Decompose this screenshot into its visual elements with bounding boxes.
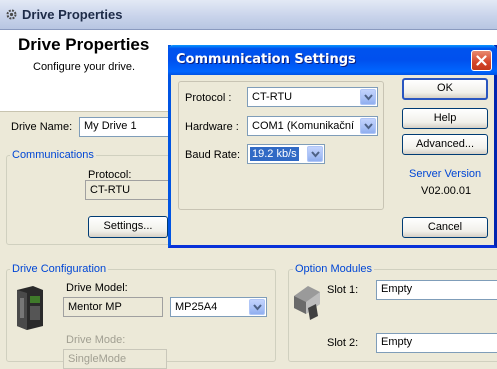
dialog-title: Communication Settings [176,52,356,67]
baud-rate-select[interactable]: 19.2 kb/s [247,144,325,164]
close-button[interactable] [471,50,492,71]
main-window-titlebar[interactable]: Drive Properties [0,0,497,30]
drive-model-variant-value: MP25A4 [175,301,218,313]
drive-model-label: Drive Model: [66,282,128,294]
server-version-label: Server Version [409,168,482,180]
hardware-select[interactable]: COM1 (Komunikační p [247,116,378,136]
ok-button[interactable]: OK [402,78,488,100]
app-settings-icon [5,8,18,24]
dropdown-arrow-icon[interactable] [360,118,376,134]
communications-protocol-value: CT-RTU [85,180,170,200]
drive-model-value: Mentor MP [63,297,163,317]
communication-settings-dialog: Communication Settings Protocol : CT-RTU… [168,45,497,248]
option-modules-group-title: Option Modules [293,263,375,275]
dialog-body: Protocol : CT-RTU Hardware : COM1 (Komun… [171,75,494,245]
server-version-value: V02.00.01 [421,185,472,197]
main-window-title: Drive Properties [22,7,123,22]
baud-rate-label: Baud Rate: [185,149,241,161]
slot2-field[interactable]: Empty [376,333,497,353]
drive-model-variant-select[interactable]: MP25A4 [170,297,267,317]
protocol-label: Protocol : [185,92,232,104]
page-title: Drive Properties [18,35,150,54]
option-module-icon [292,282,322,322]
protocol-select[interactable]: CT-RTU [247,87,378,107]
drive-icon [13,284,45,330]
slot1-field[interactable]: Empty [376,280,497,300]
dropdown-arrow-icon[interactable] [360,89,376,105]
help-button[interactable]: Help [402,108,488,129]
drive-mode-value: SingleMode [68,353,127,365]
drive-name-input[interactable]: My Drive 1 [79,117,174,137]
protocol-value: CT-RTU [252,91,293,103]
communications-group-title: Communications [10,149,96,161]
page-subtitle: Configure your drive. [33,61,136,73]
slot2-label: Slot 2: [327,337,359,349]
dropdown-arrow-icon[interactable] [249,299,265,315]
advanced-button[interactable]: Advanced... [402,134,488,155]
cancel-button[interactable]: Cancel [402,217,488,238]
drive-name-label: Drive Name: [11,121,73,133]
hardware-label: Hardware : [185,121,239,133]
dropdown-arrow-icon[interactable] [307,146,323,162]
settings-button[interactable]: Settings... [88,216,168,238]
slot1-label: Slot 1: [327,284,359,296]
hardware-value: COM1 (Komunikační p [252,120,357,132]
dialog-titlebar[interactable]: Communication Settings [168,45,497,75]
drive-mode-label: Drive Mode: [66,334,126,346]
drive-mode-select[interactable]: SingleMode [63,349,167,369]
baud-rate-value: 19.2 kb/s [250,147,299,161]
drive-configuration-group-title: Drive Configuration [10,263,109,275]
close-icon [476,55,487,66]
